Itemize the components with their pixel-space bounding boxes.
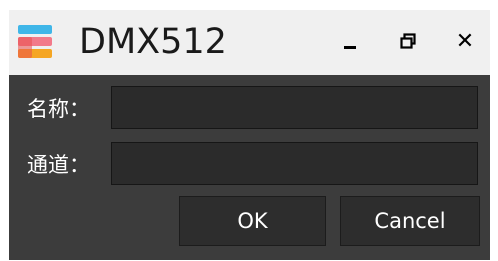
minimize-button[interactable] — [330, 23, 370, 59]
ok-button[interactable]: OK — [179, 196, 326, 246]
close-icon: ✕ — [455, 28, 475, 54]
name-label: 名称： — [27, 97, 90, 121]
restore-button[interactable] — [388, 23, 428, 59]
name-input[interactable] — [111, 86, 478, 129]
minimize-icon — [344, 45, 356, 49]
dmx512-dialog: DMX512 ✕ 名称： 通道： OK Cancel — [9, 10, 490, 260]
window-title: DMX512 — [79, 22, 227, 62]
title-bar[interactable]: DMX512 ✕ — [9, 10, 490, 75]
close-button[interactable]: ✕ — [445, 23, 485, 59]
channel-input[interactable] — [111, 142, 478, 185]
app-logo-icon — [18, 25, 52, 58]
restore-icon — [400, 33, 416, 49]
cancel-button[interactable]: Cancel — [340, 196, 480, 246]
channel-label: 通道： — [27, 153, 90, 177]
